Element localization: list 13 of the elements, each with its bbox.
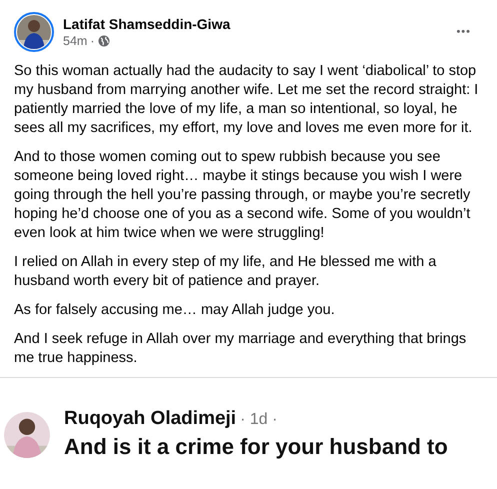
post-paragraph: As for falsely accusing me… may Allah judge you. [14, 301, 336, 320]
post-paragraph: I relied on Allah in every step of my life, and He blessed me with a husband worth every bit of patience and prayer. [14, 253, 438, 291]
post-paragraph: So this woman actually had the audacity to say I went ‘diabolical’ to stop my husband from marrying another wife. Let me set the record straight: I patiently married the love of my life, a man so intentional, so loyal, he sees all my sacrifices, my effort, my love and loves me even more for it. [14, 62, 480, 138]
comment-text: And is it a crime for your husband to [64, 434, 448, 460]
post-time[interactable]: 54m [63, 34, 88, 48]
separator: · [90, 34, 94, 48]
author-name[interactable]: Latifat Shamseddin-Giwa [63, 16, 444, 32]
post-paragraph: And to those women coming out to spew rubbish because you see someone being loved right… maybe it stings because you wish I were going through the hell you’re passing through, or maybe you’re secretly hoping he’d choose one of you as a second wife. Some of you wouldn’t even look at him twice when we were struggling! [14, 148, 472, 243]
more-options-button[interactable]: ••• [452, 22, 475, 42]
comment-time: · 1d · [240, 411, 278, 428]
post-paragraph: And I seek refuge in Allah over my marriage and everything that brings me true happiness. [14, 330, 468, 368]
comment-author: Ruqoyah Oladimeji [64, 408, 236, 429]
globe-icon [98, 35, 110, 47]
